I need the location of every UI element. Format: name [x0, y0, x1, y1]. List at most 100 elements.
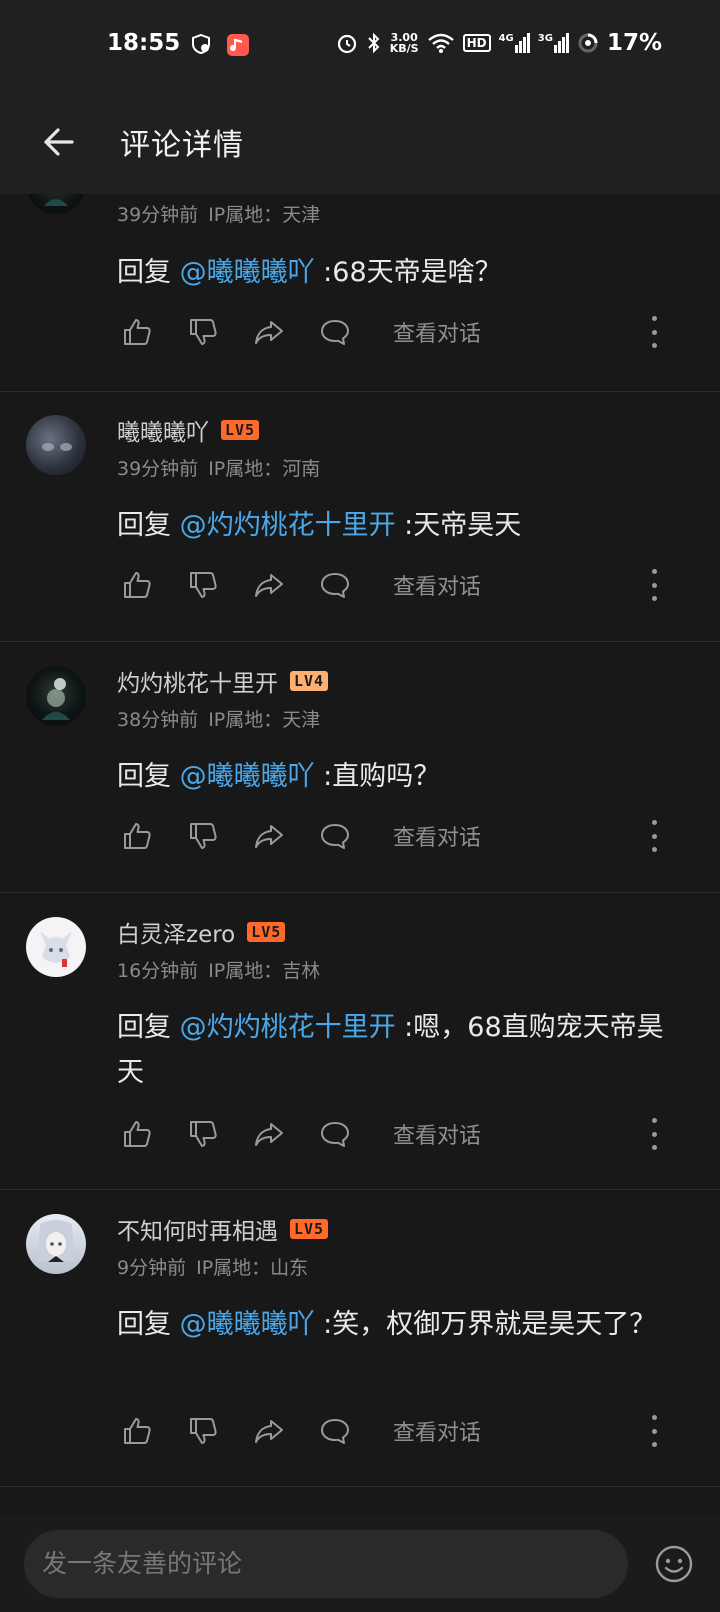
music-app-icon: [227, 34, 249, 56]
emoji-icon[interactable]: [654, 1544, 694, 1584]
comment-text: 回复 @曦曦曦吖 :68天帝是啥？: [117, 257, 502, 288]
mention-link[interactable]: @曦曦曦吖: [180, 761, 315, 792]
like-button[interactable]: [117, 816, 157, 856]
like-button[interactable]: [117, 1411, 157, 1451]
comment-text: 回复 @灼灼桃花十里开 :天帝昊天: [117, 510, 522, 541]
avatar[interactable]: [26, 666, 86, 726]
comment-input-bar: [0, 1516, 720, 1612]
comment-meta: 9分钟前 IP属地：山东: [117, 1253, 318, 1280]
comment-ip: IP属地：河南: [208, 458, 321, 480]
more-options-icon[interactable]: [644, 569, 664, 601]
chat-bubble-icon: [321, 320, 349, 345]
comment-ip: IP属地：天津: [208, 709, 321, 731]
share-button[interactable]: [249, 312, 289, 352]
more-options-icon[interactable]: [644, 1118, 664, 1150]
reply-button[interactable]: [315, 312, 355, 352]
comment-input[interactable]: [24, 1530, 628, 1598]
comment-actions: 查看对话: [117, 816, 720, 856]
share-button[interactable]: [249, 565, 289, 605]
reply-button[interactable]: [315, 816, 355, 856]
share-arrow-icon: [255, 321, 283, 344]
thumbs-down-icon: [190, 1418, 217, 1444]
share-arrow-icon: [255, 825, 283, 848]
dislike-button[interactable]: [183, 1411, 223, 1451]
comment-time: 9分钟前: [117, 1257, 187, 1279]
comment-item: 灼灼桃花十里开 LV4 38分钟前 IP属地：天津 回复 @曦曦曦吖 :直购吗？ …: [0, 642, 720, 893]
thumbs-up-icon: [124, 823, 151, 849]
reply-button[interactable]: [315, 1114, 355, 1154]
level-badge: LV5: [290, 1219, 329, 1239]
like-button[interactable]: [117, 565, 157, 605]
dislike-button[interactable]: [183, 565, 223, 605]
comment-meta: 39分钟前 IP属地：天津: [117, 200, 330, 227]
comment-time: 39分钟前: [117, 204, 199, 226]
reply-button[interactable]: [315, 1411, 355, 1451]
share-arrow-icon: [255, 574, 283, 597]
view-conversation-link[interactable]: 查看对话: [393, 1415, 481, 1447]
comment-username[interactable]: 灼灼桃花十里开 LV4: [117, 664, 329, 698]
back-arrow-icon[interactable]: [38, 122, 78, 162]
thumbs-up-icon: [124, 1418, 151, 1444]
share-arrow-icon: [255, 1123, 283, 1146]
view-conversation-link[interactable]: 查看对话: [393, 820, 481, 852]
view-conversation-link[interactable]: 查看对话: [393, 569, 481, 601]
comment-item: 不知何时再相遇 LV5 9分钟前 IP属地：山东 回复 @曦曦曦吖 :笑，权御万界…: [0, 1190, 720, 1487]
share-button[interactable]: [249, 1114, 289, 1154]
comment-username[interactable]: 不知何时再相遇 LV5: [117, 1212, 329, 1246]
comment-actions: 查看对话: [117, 312, 720, 352]
share-button[interactable]: [249, 816, 289, 856]
comment-ip: IP属地：山东: [196, 1257, 309, 1279]
status-bar: 18:55 3.00 KB/S HD 4G 3G 17%: [0, 0, 720, 90]
share-arrow-icon: [255, 1420, 283, 1443]
mention-link[interactable]: @灼灼桃花十里开: [180, 1012, 396, 1043]
mention-link[interactable]: @曦曦曦吖: [180, 257, 315, 288]
dislike-button[interactable]: [183, 1114, 223, 1154]
chat-bubble-icon: [321, 1122, 349, 1147]
mention-link[interactable]: @曦曦曦吖: [180, 1309, 315, 1340]
mention-link[interactable]: @灼灼桃花十里开: [180, 510, 396, 541]
comment-text: 回复 @曦曦曦吖 :直购吗？: [117, 761, 441, 792]
comment-time: 38分钟前: [117, 709, 199, 731]
view-conversation-link[interactable]: 查看对话: [393, 1118, 481, 1150]
comment-list[interactable]: 39分钟前 IP属地：天津 回复 @曦曦曦吖 :68天帝是啥？ 查看对话 曦曦曦吖…: [0, 194, 720, 1516]
wifi-icon: [427, 33, 454, 53]
comment-ip: IP属地：天津: [208, 204, 321, 226]
sim1-signal-icon: 4G: [499, 33, 530, 53]
avatar[interactable]: [26, 1214, 86, 1274]
comment-username[interactable]: 曦曦曦吖 LV5: [117, 413, 260, 447]
more-options-icon[interactable]: [644, 1415, 664, 1447]
comment-time: 39分钟前: [117, 458, 199, 480]
chat-bubble-icon: [321, 1419, 349, 1444]
level-badge: LV4: [290, 671, 329, 691]
level-badge: LV5: [221, 420, 260, 440]
comment-time: 16分钟前: [117, 960, 199, 982]
thumbs-down-icon: [190, 1121, 217, 1147]
network-speed: 3.00 KB/S: [389, 31, 419, 55]
avatar[interactable]: [26, 917, 86, 977]
comment-meta: 38分钟前 IP属地：天津: [117, 705, 330, 732]
dislike-button[interactable]: [183, 816, 223, 856]
comment-ip: IP属地：吉林: [208, 960, 321, 982]
chat-bubble-icon: [321, 573, 349, 598]
thumbs-down-icon: [190, 572, 217, 598]
share-button[interactable]: [249, 1411, 289, 1451]
status-time: 18:55: [107, 30, 181, 56]
level-badge: LV5: [247, 922, 286, 942]
like-button[interactable]: [117, 1114, 157, 1154]
sim2-signal-icon: 3G: [538, 33, 569, 53]
page-title: 评论详情: [120, 128, 244, 163]
status-right-icons: 3.00 KB/S HD 4G 3G 17%: [336, 30, 662, 56]
more-options-icon[interactable]: [644, 316, 664, 348]
reply-button[interactable]: [315, 565, 355, 605]
dislike-button[interactable]: [183, 312, 223, 352]
more-options-icon[interactable]: [644, 820, 664, 852]
comment-actions: 查看对话: [117, 1114, 720, 1154]
comment-username[interactable]: 白灵泽zero LV5: [117, 915, 286, 949]
avatar[interactable]: [26, 194, 86, 214]
hd-icon: HD: [462, 34, 491, 52]
comment-text: 回复 @曦曦曦吖 :笑，权御万界就是昊天了？: [117, 1309, 657, 1340]
avatar[interactable]: [26, 415, 86, 475]
like-button[interactable]: [117, 312, 157, 352]
status-left-icons: [190, 33, 250, 57]
view-conversation-link[interactable]: 查看对话: [393, 316, 481, 348]
